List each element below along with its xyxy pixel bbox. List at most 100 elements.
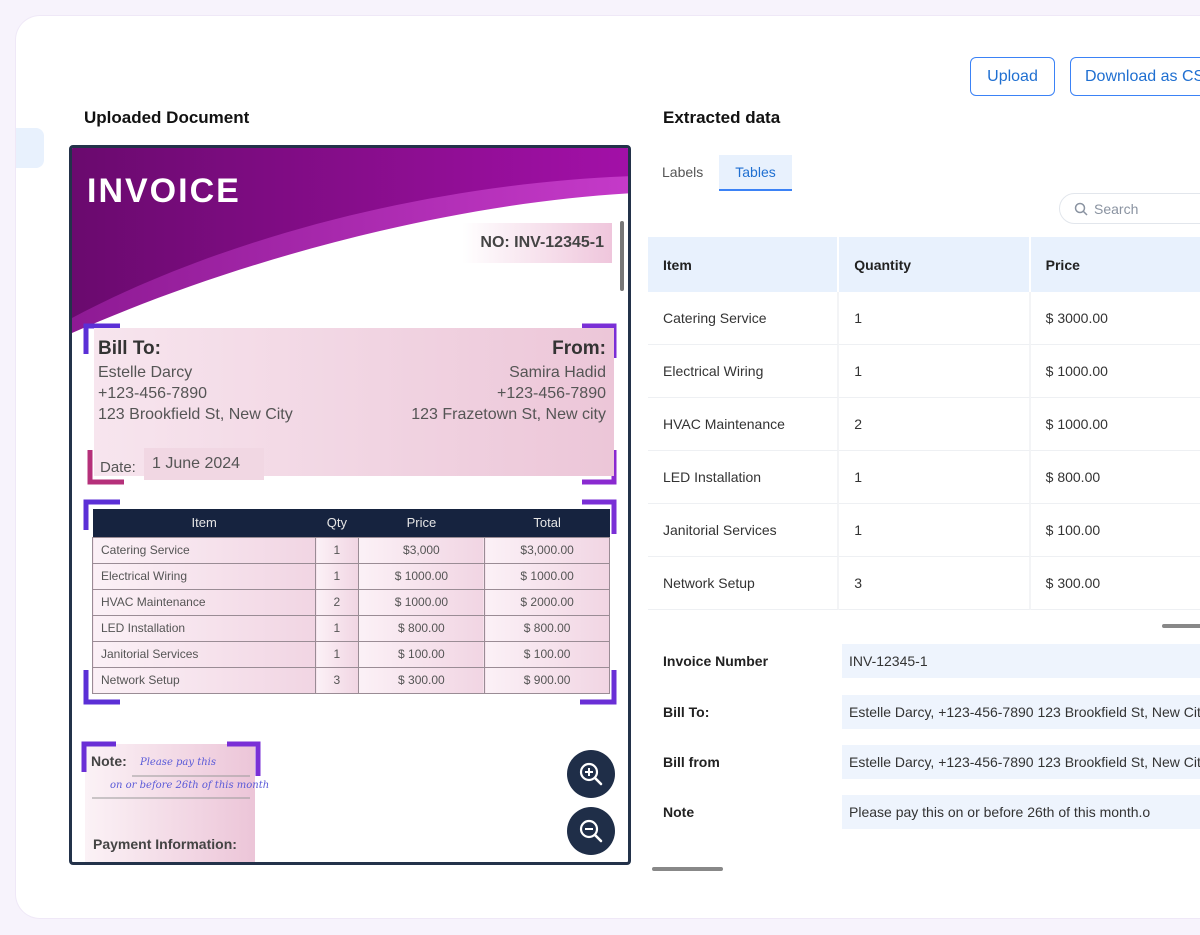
field-label-bill-from: Bill from — [663, 754, 720, 770]
invoice-number: NO: INV-12345-1 — [462, 223, 612, 263]
table-cell[interactable]: Janitorial Services — [648, 504, 840, 557]
field-label-invoice-number: Invoice Number — [663, 653, 769, 669]
table-cell[interactable]: 3 — [839, 557, 1031, 610]
doc-table-row: HVAC Maintenance 2 $ 1000.00 $ 2000.00 — [91, 588, 610, 616]
doc-cell: 2 — [315, 588, 359, 616]
table-row[interactable]: HVAC Maintenance 2 $ 1000.00 — [648, 398, 1200, 451]
doc-table-row: Catering Service 1 $3,000 $3,000.00 — [91, 536, 610, 564]
doc-cell: Electrical Wiring — [91, 562, 317, 590]
extracted-data-heading: Extracted data — [663, 108, 781, 127]
doc-cell: $ 100.00 — [357, 640, 486, 668]
doc-cell: 1 — [315, 640, 359, 668]
table-cell[interactable]: $ 800.00 — [1030, 451, 1200, 504]
document-scrollbar[interactable] — [620, 221, 624, 291]
field-value-bill-to[interactable]: Estelle Darcy, +123-456-7890 123 Brookfi… — [842, 695, 1200, 729]
doc-col-qty: Qty — [315, 509, 359, 537]
table-cell[interactable]: LED Installation — [648, 451, 840, 504]
date-label: Date: — [100, 459, 136, 476]
doc-cell: $ 2000.00 — [484, 588, 610, 616]
invoice-title: INVOICE — [87, 172, 241, 210]
doc-cell: LED Installation — [91, 614, 317, 642]
zoom-out-icon — [579, 819, 603, 843]
table-cell[interactable]: $ 100.00 — [1030, 504, 1200, 557]
payment-information-label: Payment Information: — [93, 836, 237, 852]
doc-cell: Janitorial Services — [91, 640, 317, 668]
table-row[interactable]: Catering Service 1 $ 3000.00 — [648, 292, 1200, 345]
table-cell[interactable]: $ 300.00 — [1030, 557, 1200, 610]
search-placeholder: Search — [1094, 200, 1139, 217]
doc-cell: $ 100.00 — [484, 640, 610, 668]
field-value-invoice-number[interactable]: INV-12345-1 — [842, 644, 1200, 678]
table-cell[interactable]: Electrical Wiring — [648, 345, 840, 398]
table-cell[interactable]: 2 — [839, 398, 1031, 451]
table-cell[interactable]: Network Setup — [648, 557, 840, 610]
doc-table-row: Electrical Wiring 1 $ 1000.00 $ 1000.00 — [91, 562, 610, 590]
doc-cell: 3 — [315, 666, 359, 694]
zoom-in-button[interactable] — [567, 750, 615, 798]
doc-cell: $ 1000.00 — [357, 562, 486, 590]
col-price-header[interactable]: Price — [1030, 237, 1200, 292]
note-label: Note: — [91, 753, 127, 769]
sidebar-tab[interactable] — [16, 128, 44, 168]
doc-cell: $ 300.00 — [357, 666, 486, 694]
search-input[interactable]: Search — [1059, 193, 1200, 224]
uploaded-document-heading: Uploaded Document — [84, 108, 250, 127]
table-cell[interactable]: $ 1000.00 — [1030, 398, 1200, 451]
doc-cell: $ 800.00 — [357, 614, 486, 642]
table-horizontal-scrollbar[interactable] — [1162, 624, 1200, 628]
tab-tables[interactable]: Tables — [719, 155, 792, 191]
extracted-items-table: Item Quantity Price Catering Service 1 $… — [648, 237, 1200, 610]
doc-col-total: Total — [484, 509, 610, 537]
doc-cell: $3,000.00 — [484, 536, 610, 564]
upload-button[interactable]: Upload — [970, 57, 1055, 96]
table-row[interactable]: LED Installation 1 $ 800.00 — [648, 451, 1200, 504]
field-label-note: Note — [663, 804, 695, 820]
download-csv-button[interactable]: Download as CSV — [1070, 57, 1200, 96]
table-row[interactable]: Network Setup 3 $ 300.00 — [648, 557, 1200, 610]
document-viewer[interactable]: INVOICE NO: INV-12345-1 Bill To: Estelle… — [69, 145, 631, 865]
doc-table-row: Janitorial Services 1 $ 100.00 $ 100.00 — [91, 640, 610, 668]
table-row[interactable]: Janitorial Services 1 $ 100.00 — [648, 504, 1200, 557]
doc-cell: Network Setup — [91, 666, 317, 694]
note-handwriting-line1: Please pay this — [140, 757, 217, 768]
doc-cell: 1 — [315, 614, 359, 642]
doc-table-row: Network Setup 3 $ 300.00 $ 900.00 — [91, 666, 610, 694]
col-item-header[interactable]: Item — [648, 237, 840, 292]
tab-labels[interactable]: Labels — [662, 155, 719, 191]
from-title: From: — [552, 338, 606, 359]
table-cell[interactable]: HVAC Maintenance — [648, 398, 840, 451]
doc-col-item: Item — [92, 509, 316, 537]
doc-cell: Catering Service — [91, 536, 317, 564]
table-cell[interactable]: $ 1000.00 — [1030, 345, 1200, 398]
field-value-bill-from[interactable]: Estelle Darcy, +123-456-7890 123 Brookfi… — [842, 745, 1200, 779]
table-cell[interactable]: $ 3000.00 — [1030, 292, 1200, 345]
table-cell[interactable]: 1 — [839, 451, 1031, 504]
table-row[interactable]: Electrical Wiring 1 $ 1000.00 — [648, 345, 1200, 398]
doc-cell: $3,000 — [357, 536, 486, 564]
doc-cell: 1 — [315, 536, 359, 564]
search-icon — [1074, 202, 1088, 216]
bill-to-name: Estelle Darcy — [98, 364, 193, 381]
doc-cell: 1 — [315, 562, 359, 590]
field-value-note[interactable]: Please pay this on or before 26th of thi… — [842, 795, 1200, 829]
date-value: 1 June 2024 — [144, 448, 264, 480]
panel-scrollbar[interactable] — [652, 867, 723, 871]
tab-bar: Labels Tables — [662, 155, 792, 191]
bill-to-address: 123 Brookfield St, New City — [98, 406, 293, 423]
table-cell[interactable]: Catering Service — [648, 292, 840, 345]
table-cell[interactable]: 1 — [839, 504, 1031, 557]
zoom-out-button[interactable] — [567, 807, 615, 855]
note-handwriting-line2: on or before 26th of this month — [110, 780, 270, 791]
doc-cell: $ 1000.00 — [357, 588, 486, 616]
field-label-bill-to: Bill To: — [663, 704, 710, 720]
table-cell[interactable]: 1 — [839, 345, 1031, 398]
doc-cell: $ 900.00 — [484, 666, 610, 694]
bill-to-title: Bill To: — [98, 338, 161, 359]
col-quantity-header[interactable]: Quantity — [839, 237, 1031, 292]
table-cell[interactable]: 1 — [839, 292, 1031, 345]
doc-table-row: LED Installation 1 $ 800.00 $ 800.00 — [91, 614, 610, 642]
doc-cell: $ 1000.00 — [484, 562, 610, 590]
document-items-table: Item Qty Price Total Catering Service 1 … — [91, 509, 610, 694]
zoom-in-icon — [579, 762, 603, 786]
bill-to-phone: +123-456-7890 — [98, 385, 207, 402]
